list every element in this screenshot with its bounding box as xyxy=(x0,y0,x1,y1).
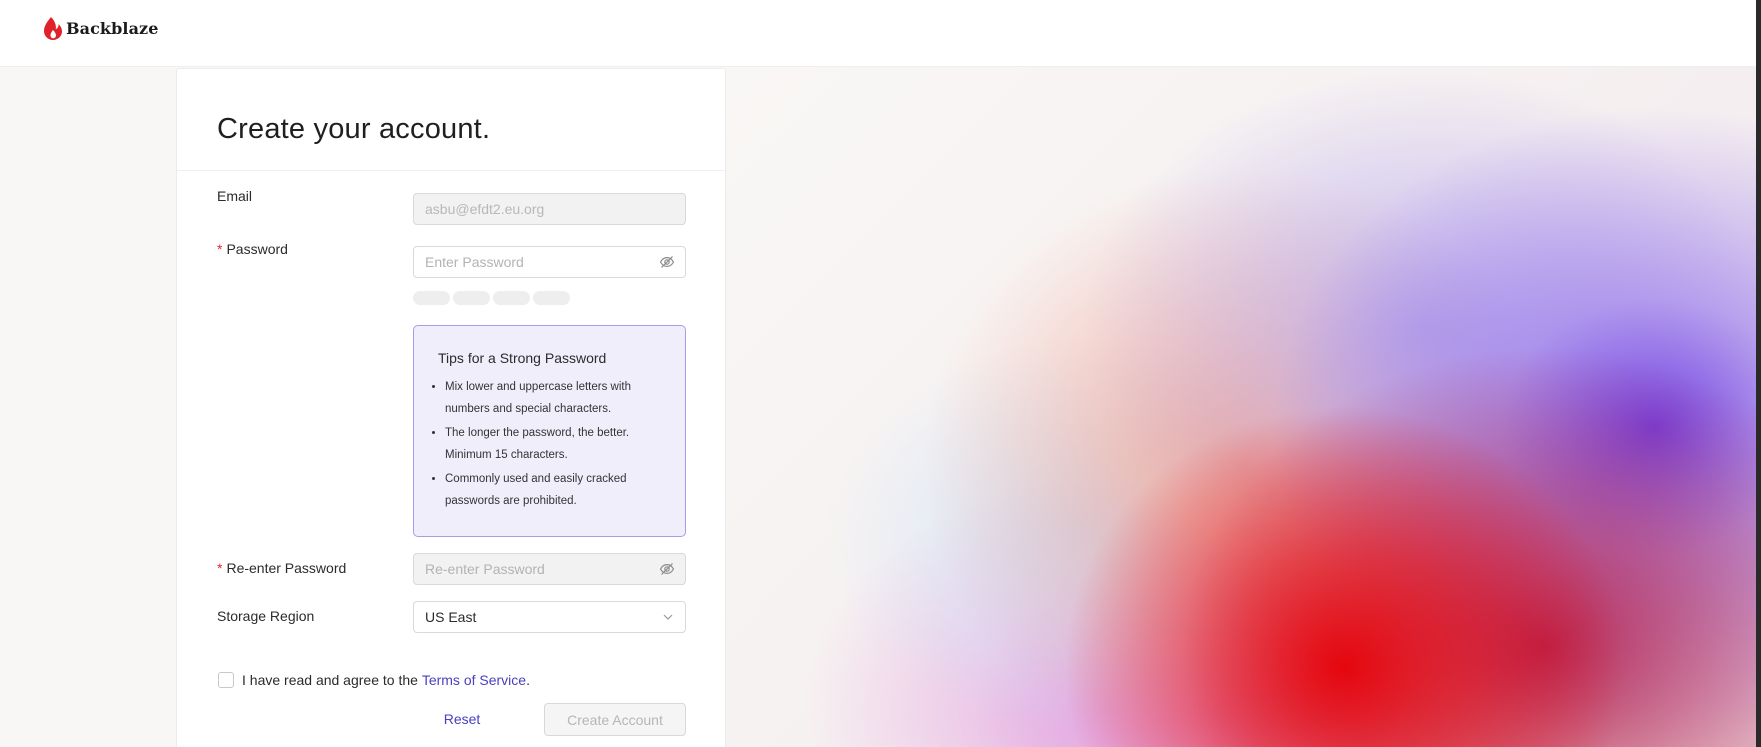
brand-name: Backblaze xyxy=(66,18,159,38)
terms-text: I have read and agree to the xyxy=(242,672,422,688)
window-edge xyxy=(1756,0,1761,747)
strength-segment xyxy=(413,291,450,305)
backblaze-logo[interactable]: Backblaze xyxy=(44,16,159,40)
page: Backblaze Create your account. Email *Pa… xyxy=(0,0,1761,747)
storage-region-select[interactable]: US East xyxy=(413,601,686,633)
top-header: Backblaze xyxy=(0,0,1756,67)
password-label: * Password xyxy=(217,241,288,257)
create-account-button[interactable]: Create Account xyxy=(544,703,686,736)
flame-icon xyxy=(44,17,62,40)
terms-agreement: I have read and agree to the Terms of Se… xyxy=(218,672,530,688)
signup-card: Create your account. Email *Password Tip… xyxy=(176,68,726,747)
gradient-background xyxy=(724,67,1756,747)
eye-slash-icon[interactable] xyxy=(659,254,675,270)
terms-checkbox[interactable] xyxy=(218,672,234,688)
tip-item: Mix lower and uppercase letters with num… xyxy=(445,376,665,420)
tip-item: Commonly used and easily cracked passwor… xyxy=(445,468,665,512)
password-strength-meter xyxy=(413,291,570,305)
email-field[interactable] xyxy=(413,193,686,225)
chevron-down-icon xyxy=(663,614,673,620)
required-mark: * xyxy=(217,241,223,257)
required-mark: * xyxy=(217,560,223,576)
reenter-password-input[interactable] xyxy=(413,553,686,585)
card-header: Create your account. xyxy=(177,69,725,171)
email-label: Email xyxy=(217,188,253,204)
storage-region-label: Storage Region xyxy=(217,608,315,624)
terms-of-service-link[interactable]: Terms of Service xyxy=(422,672,526,688)
strength-segment xyxy=(493,291,530,305)
tips-list: Mix lower and uppercase letters with num… xyxy=(432,376,665,512)
strength-segment xyxy=(453,291,490,305)
terms-suffix: . xyxy=(526,672,530,688)
reenter-password-label: * Re-enter Password xyxy=(217,560,347,576)
password-tips-box: Tips for a Strong Password Mix lower and… xyxy=(413,325,686,537)
reset-button[interactable]: Reset xyxy=(437,703,487,735)
strength-segment xyxy=(533,291,570,305)
tip-item: The longer the password, the better. Min… xyxy=(445,422,665,466)
eye-slash-icon[interactable] xyxy=(659,561,675,577)
page-title: Create your account. xyxy=(217,113,491,145)
tips-title: Tips for a Strong Password xyxy=(438,350,607,366)
storage-region-value: US East xyxy=(425,609,477,625)
password-input[interactable] xyxy=(413,246,686,278)
